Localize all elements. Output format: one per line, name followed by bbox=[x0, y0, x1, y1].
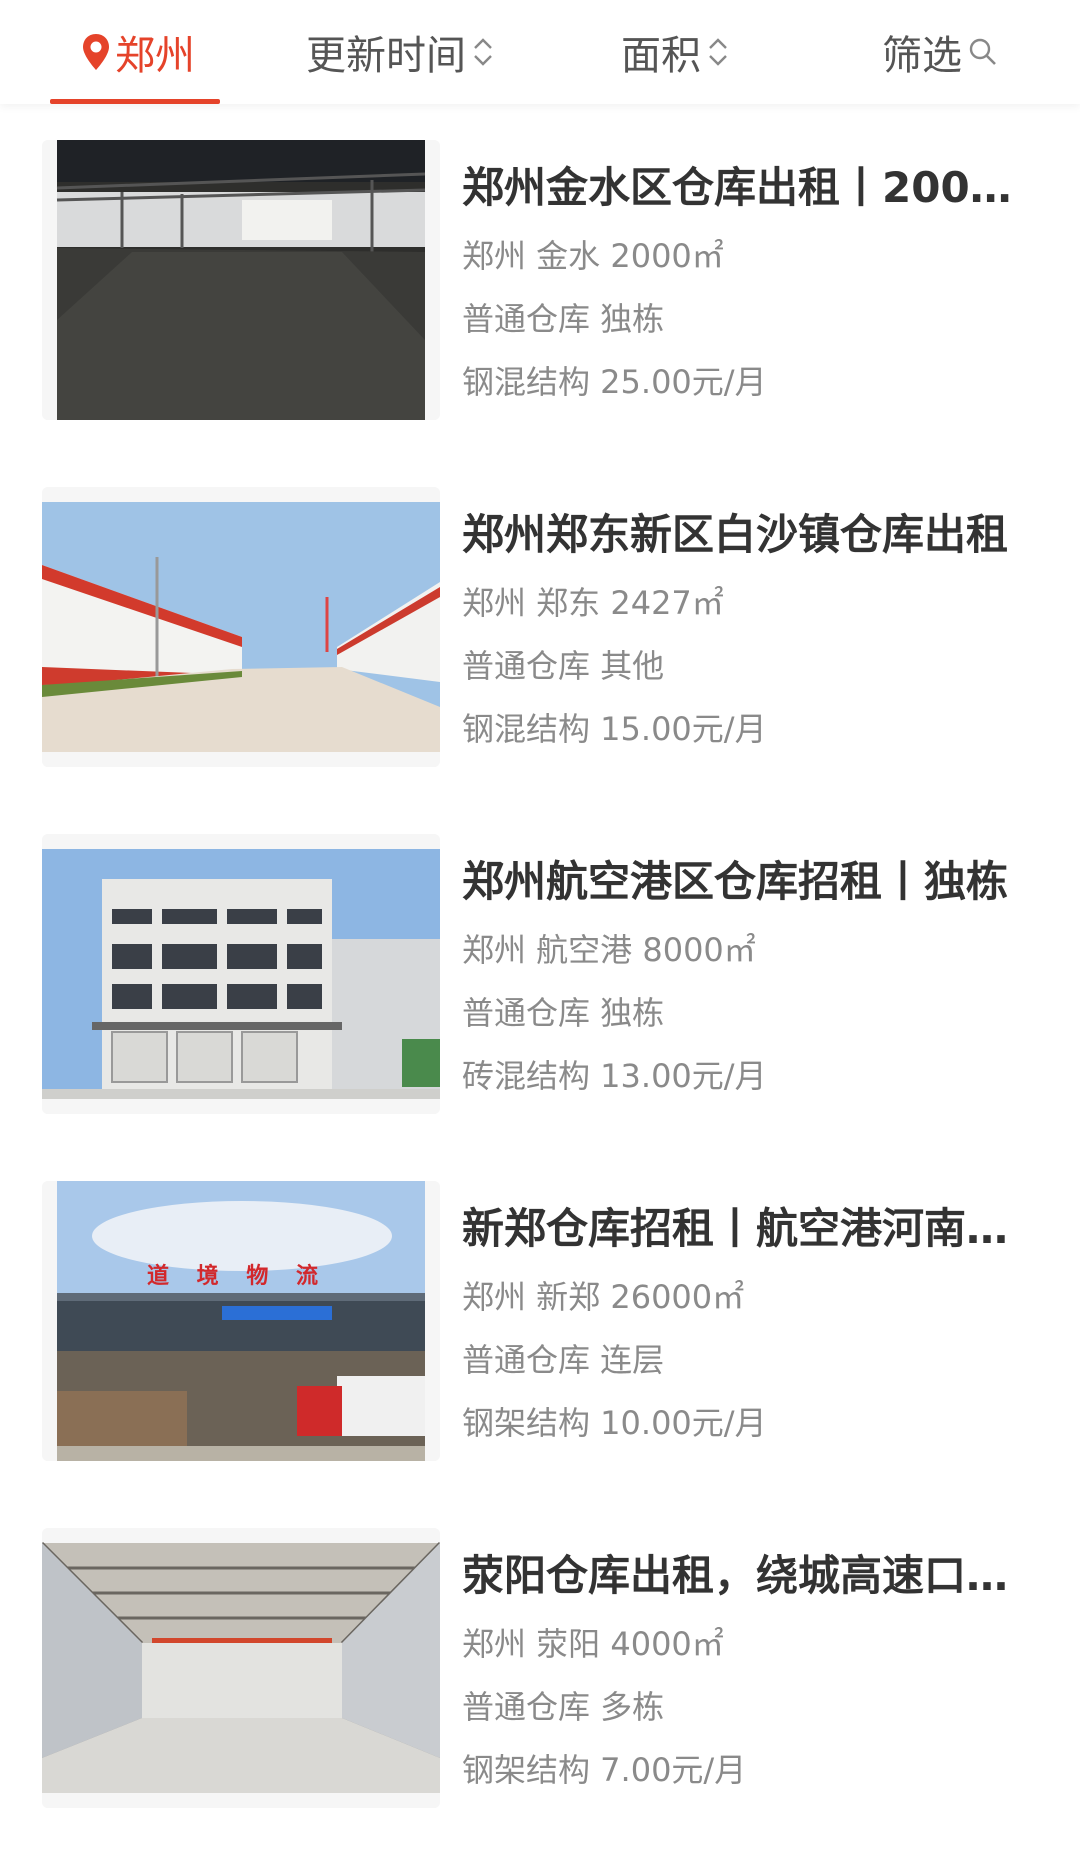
search-icon bbox=[969, 38, 996, 65]
listing-photo bbox=[42, 834, 440, 1114]
listing-title: 郑州郑东新区白沙镇仓库出租 bbox=[462, 510, 1009, 559]
location-pin-icon bbox=[75, 33, 111, 71]
listing-type: 普通仓库 多栋 bbox=[462, 1688, 665, 1726]
tab-sort-area[interactable]: 面积 bbox=[600, 0, 750, 104]
listing-structure-price: 钢架结构 7.00元/月 bbox=[462, 1751, 747, 1789]
tab-city-label: 郑州 bbox=[115, 33, 195, 79]
listing-location-area: 郑州 荥阳 4000㎡ bbox=[462, 1625, 724, 1663]
listing-location-area: 郑州 郑东 2427㎡ bbox=[462, 584, 724, 622]
listing-title: 郑州金水区仓库出租丨2000㎡高台仓库 bbox=[462, 163, 1027, 212]
tab-sort-update-time[interactable]: 更新时间 bbox=[290, 0, 510, 104]
listing-photo bbox=[42, 487, 440, 767]
listing-structure-price: 钢混结构 25.00元/月 bbox=[462, 363, 767, 401]
listing-location-area: 郑州 金水 2000㎡ bbox=[462, 237, 724, 275]
listing-title: 荥阳仓库出租，绕城高速口附近 bbox=[462, 1551, 1027, 1600]
listing-title: 郑州航空港区仓库招租丨独栋 bbox=[462, 857, 1009, 906]
listing-type: 普通仓库 独栋 bbox=[462, 300, 665, 338]
listing-card[interactable]: 荥阳仓库出租，绕城高速口附近 郑州 荥阳 4000㎡ 普通仓库 多栋 钢架结构 … bbox=[42, 1528, 1042, 1808]
tab-filter-label: 筛选 bbox=[882, 33, 962, 79]
sort-chevron-icon bbox=[709, 38, 727, 66]
listing-photo bbox=[42, 1528, 440, 1808]
listing-type: 普通仓库 其他 bbox=[462, 647, 665, 685]
listing-card[interactable]: 郑州航空港区仓库招租丨独栋 郑州 航空港 8000㎡ 普通仓库 独栋 砖混结构 … bbox=[42, 834, 1042, 1114]
filter-bar: 郑州 更新时间 面积 筛选 bbox=[0, 0, 1080, 104]
image-sign-text: 道 境 物 流 bbox=[147, 1263, 328, 1289]
listing-structure-price: 砖混结构 13.00元/月 bbox=[462, 1057, 767, 1095]
listing-card[interactable]: 道 境 物 流 新郑仓库招租丨航空港河南物流园 郑州 新郑 26000㎡ 普通仓… bbox=[42, 1181, 1042, 1461]
tab-filter[interactable]: 筛选 bbox=[870, 0, 1010, 104]
listing-location-area: 郑州 新郑 26000㎡ bbox=[462, 1278, 745, 1316]
listing-photo bbox=[42, 140, 440, 420]
listing-photo: 道 境 物 流 bbox=[42, 1181, 440, 1461]
active-tab-indicator bbox=[50, 99, 220, 104]
listing-card[interactable]: 郑州郑东新区白沙镇仓库出租 郑州 郑东 2427㎡ 普通仓库 其他 钢混结构 1… bbox=[42, 487, 1042, 767]
listing-title: 新郑仓库招租丨航空港河南物流园 bbox=[462, 1204, 1027, 1253]
tab-sort-update-time-label: 更新时间 bbox=[306, 33, 466, 79]
listing-info: 郑州金水区仓库出租丨2000㎡高台仓库 郑州 金水 2000㎡ 普通仓库 独栋 … bbox=[462, 140, 1042, 420]
listing-type: 普通仓库 连层 bbox=[462, 1341, 665, 1379]
listing-type: 普通仓库 独栋 bbox=[462, 994, 665, 1032]
listing-info: 郑州航空港区仓库招租丨独栋 郑州 航空港 8000㎡ 普通仓库 独栋 砖混结构 … bbox=[462, 834, 1042, 1114]
listing-info: 郑州郑东新区白沙镇仓库出租 郑州 郑东 2427㎡ 普通仓库 其他 钢混结构 1… bbox=[462, 487, 1042, 767]
tab-city[interactable]: 郑州 bbox=[50, 0, 220, 104]
listing-location-area: 郑州 航空港 8000㎡ bbox=[462, 931, 756, 969]
listing-card[interactable]: 郑州金水区仓库出租丨2000㎡高台仓库 郑州 金水 2000㎡ 普通仓库 独栋 … bbox=[42, 140, 1042, 420]
listing-info: 荥阳仓库出租，绕城高速口附近 郑州 荥阳 4000㎡ 普通仓库 多栋 钢架结构 … bbox=[462, 1528, 1042, 1808]
listing-structure-price: 钢混结构 15.00元/月 bbox=[462, 710, 767, 748]
listing-structure-price: 钢架结构 10.00元/月 bbox=[462, 1404, 767, 1442]
sort-chevron-icon bbox=[474, 38, 492, 66]
tab-sort-area-label: 面积 bbox=[621, 33, 701, 79]
listing-info: 新郑仓库招租丨航空港河南物流园 郑州 新郑 26000㎡ 普通仓库 连层 钢架结… bbox=[462, 1181, 1042, 1461]
